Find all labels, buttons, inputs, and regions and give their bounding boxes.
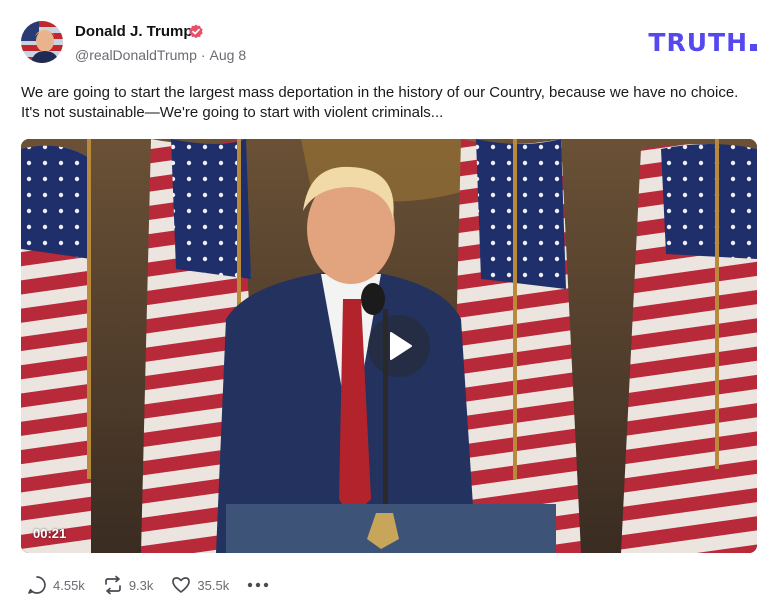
more-icon — [248, 582, 269, 588]
post-date[interactable]: Aug 8 — [210, 47, 247, 63]
retruth-button[interactable]: 9.3k — [103, 575, 154, 595]
video-duration: 00:21 — [33, 526, 67, 541]
reply-button[interactable]: 4.55k — [27, 575, 85, 595]
more-options-button[interactable] — [247, 574, 269, 596]
logo-dot — [750, 44, 757, 51]
logo-text: TRUTH — [648, 28, 748, 57]
play-icon — [390, 332, 412, 360]
meta-separator: · — [200, 47, 206, 63]
retruth-icon — [104, 575, 121, 595]
author-meta: @realDonaldTrump · Aug 8 — [75, 47, 246, 63]
play-button[interactable] — [368, 315, 430, 377]
truth-post: Donald J. Trump @realDonaldTrump · Aug 8 T… — [0, 0, 778, 615]
verified-badge-icon — [189, 24, 203, 39]
like-icon — [172, 577, 191, 593]
reply-icon — [28, 576, 46, 594]
like-count: 35.5k — [197, 577, 230, 593]
like-button[interactable]: 35.5k — [171, 575, 229, 595]
retruth-count: 9.3k — [128, 577, 154, 593]
post-text: We are going to start the largest mass d… — [21, 84, 739, 121]
author-name[interactable]: Donald J. Trump — [75, 23, 193, 40]
author-handle[interactable]: @realDonaldTrump — [75, 47, 197, 63]
reply-count: 4.55k — [53, 577, 85, 593]
video-player[interactable]: 00:21 — [21, 139, 757, 553]
post-actions: 4.55k 9.3k 35.5k — [27, 574, 269, 596]
truth-social-logo[interactable]: TRUTH — [648, 28, 757, 57]
author-avatar[interactable] — [21, 21, 63, 63]
